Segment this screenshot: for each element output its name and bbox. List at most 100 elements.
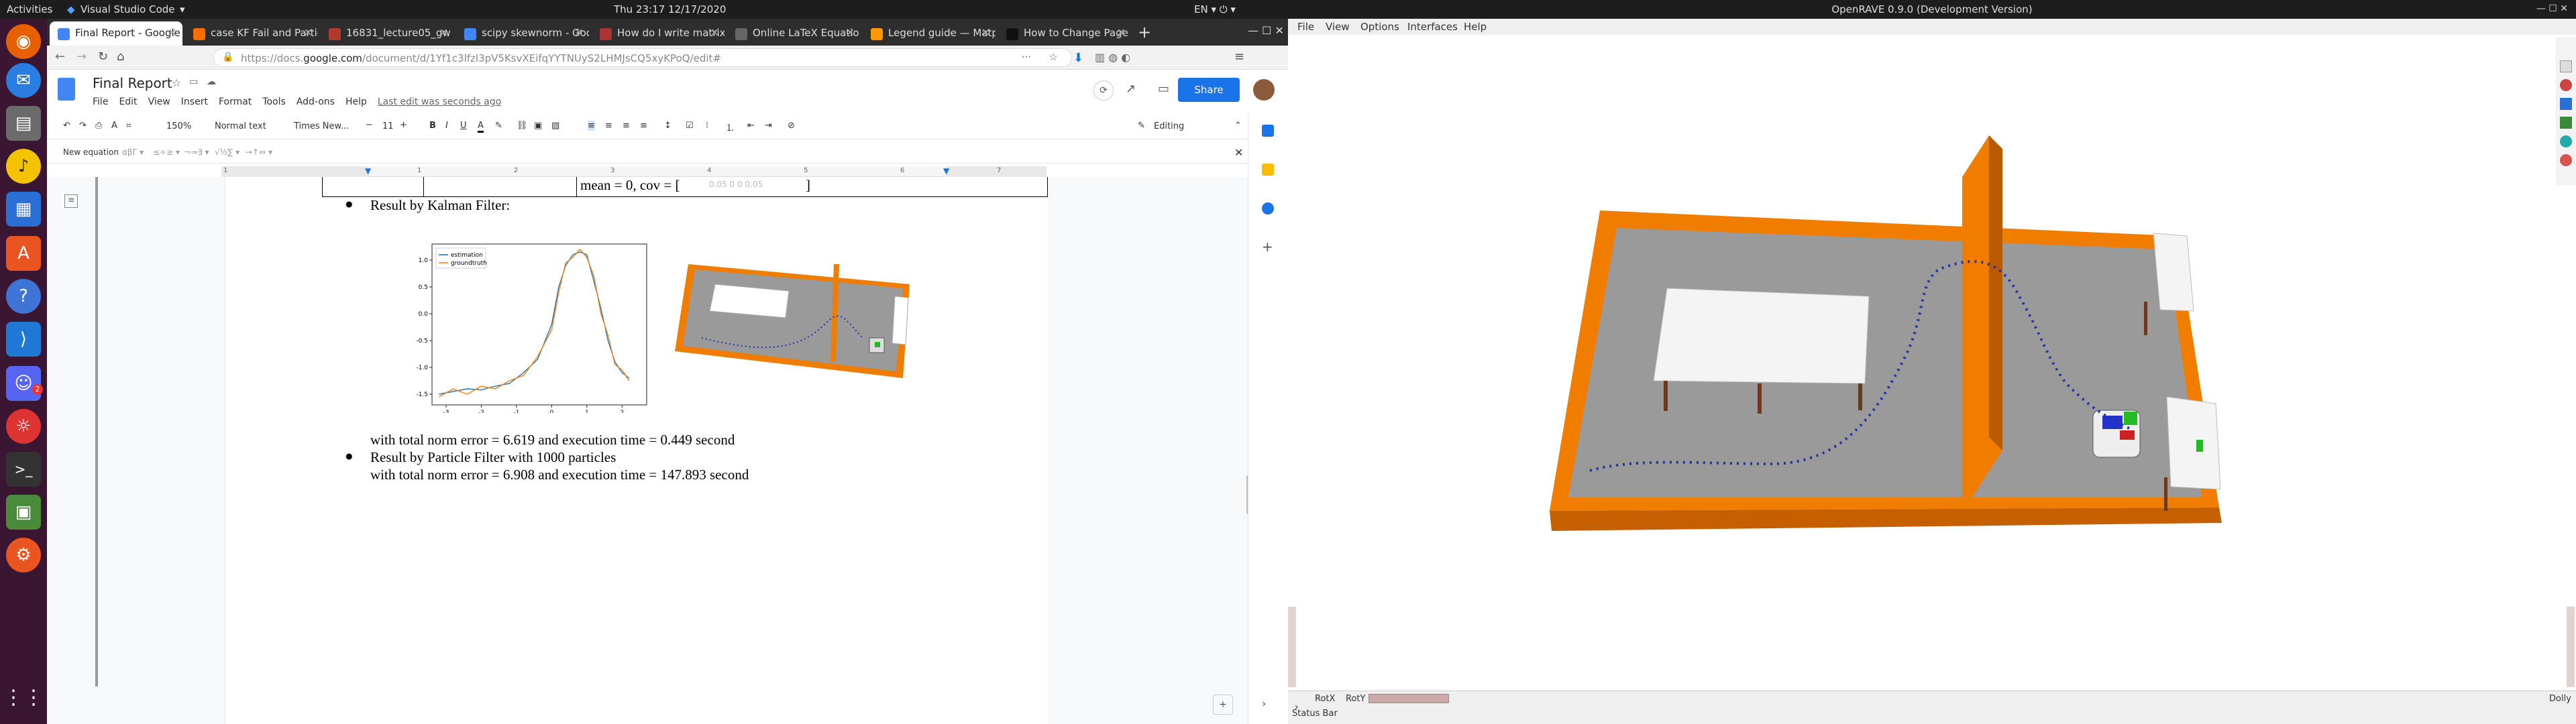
system-tray[interactable]: EN ▾ ⏻ ▾ — [1194, 3, 1236, 15]
activity-dashboard-icon[interactable]: ↗ — [1126, 82, 1136, 96]
files-icon[interactable]: ▤ — [6, 106, 41, 141]
tab-7[interactable]: Legend guide — Matp ✕ — [863, 21, 996, 46]
font-select[interactable]: Times New... — [294, 121, 349, 131]
tab-3[interactable]: 16831_lecture05_gw ✕ — [321, 21, 453, 46]
explore-button[interactable]: + — [1213, 695, 1233, 715]
tab-6[interactable]: Online LaTeX Equatio ✕ — [727, 21, 860, 46]
move-icon[interactable] — [2560, 135, 2572, 147]
keep-icon[interactable] — [1262, 164, 1274, 176]
explore-icon[interactable]: ⟳ — [1093, 80, 1114, 101]
close-tab-icon[interactable]: ✕ — [710, 26, 719, 39]
writer-icon[interactable]: ▦ — [6, 192, 41, 227]
bookmark-star-icon[interactable]: ☆ — [1049, 51, 1058, 63]
bold-icon[interactable]: B — [429, 121, 436, 131]
left-slider[interactable] — [1288, 607, 1296, 687]
close-tab-icon[interactable]: ✕ — [846, 26, 855, 39]
image-icon[interactable]: ▨ — [551, 121, 559, 131]
tab-2[interactable]: case KF Fail and Partic ✕ — [185, 21, 318, 46]
close-tab-icon[interactable]: ✕ — [575, 26, 584, 39]
discord-icon[interactable]: ☺ — [6, 366, 41, 401]
ruler[interactable]: 1 1 2 3 4 5 6 7 ▼ ▼ — [221, 166, 1046, 177]
rotation-slider[interactable] — [1368, 694, 1449, 703]
active-app-label[interactable]: Visual Studio Code — [80, 3, 175, 15]
menu-help[interactable]: Help — [345, 97, 367, 107]
terminal-icon[interactable]: >_ — [6, 452, 41, 487]
software-icon[interactable]: A — [6, 236, 41, 271]
thunderbird-icon[interactable]: ✉ — [6, 63, 41, 98]
new-tab-button[interactable]: + — [1138, 23, 1151, 42]
size-decrease-icon[interactable]: − — [366, 120, 373, 130]
tab-4[interactable]: scipy skewnorm - Goo ✕ — [456, 21, 589, 46]
docs-logo-icon[interactable] — [58, 78, 75, 101]
numbered-list-icon[interactable]: ⒈ — [726, 121, 735, 133]
star-icon[interactable]: ☆ — [172, 76, 181, 89]
calendar-icon[interactable] — [1262, 125, 1274, 137]
clock[interactable]: Thu 23:17 12/17/2020 — [614, 3, 726, 15]
menu-file[interactable]: File — [93, 97, 108, 107]
or-menu-view[interactable]: View — [1326, 21, 1350, 33]
size-increase-icon[interactable]: + — [400, 120, 407, 130]
openrave-window-controls[interactable]: — ☐ ✕ — [2536, 3, 2568, 14]
menu-format[interactable]: Format — [219, 97, 252, 107]
rhythmbox-icon[interactable]: ♪ — [6, 149, 41, 184]
italic-icon[interactable]: I — [445, 121, 448, 131]
comment-icon[interactable]: ▣ — [534, 121, 542, 131]
menu-addons[interactable]: Add-ons — [297, 97, 335, 107]
share-button[interactable]: Share — [1178, 78, 1240, 102]
address-bar[interactable]: 🔒 https://docs.google.com/document/d/1Yf… — [213, 48, 1072, 67]
align-left-icon[interactable]: ≡ — [588, 121, 595, 131]
hide-panel-icon[interactable]: › — [1262, 697, 1266, 710]
app-red-icon[interactable]: ☼ — [6, 409, 41, 444]
back-icon[interactable]: ← — [55, 50, 65, 64]
paint-format-icon[interactable]: ⌗ — [126, 121, 131, 131]
downloads-icon[interactable]: ⬇ — [1073, 51, 1083, 65]
tab-final-report[interactable]: Final Report - Google D ✕ — [50, 21, 182, 46]
help-icon[interactable]: ? — [6, 279, 41, 314]
underline-icon[interactable]: U — [460, 121, 467, 131]
avatar[interactable] — [1253, 79, 1275, 101]
checklist-icon[interactable]: ☑ — [686, 121, 694, 131]
highlight-icon[interactable]: ✎ — [495, 121, 502, 131]
outline-icon[interactable]: ≡ — [64, 194, 78, 208]
line-spacing-icon[interactable]: ↕ — [664, 121, 672, 131]
or-menu-interfaces[interactable]: Interfaces — [1407, 21, 1458, 33]
last-edit-link[interactable]: Last edit was seconds ago — [378, 97, 501, 107]
indent-marker-icon[interactable]: ▼ — [365, 166, 371, 176]
window-controls[interactable]: — ☐ ✕ — [1248, 24, 1284, 37]
stop-icon[interactable] — [2560, 154, 2572, 166]
menu-tools[interactable]: Tools — [262, 97, 286, 107]
eq-ops-menu[interactable]: ≤÷≥ ▾ — [153, 147, 180, 157]
redo-icon[interactable]: ↷ — [79, 121, 87, 131]
home-icon[interactable]: ⌂ — [117, 50, 124, 64]
indent-increase-icon[interactable]: ⇥ — [765, 121, 772, 131]
bullet-list-icon[interactable]: ⁝ — [706, 121, 708, 131]
zoom-select[interactable]: 150% — [166, 121, 191, 131]
link-icon[interactable]: ⛓ — [517, 121, 528, 131]
style-select[interactable]: Normal text — [215, 121, 266, 131]
eq-math-menu[interactable]: √½∑ ▾ — [215, 147, 239, 157]
eq-greek-menu[interactable]: αβΓ ▾ — [122, 147, 144, 157]
reload-icon[interactable]: ↻ — [98, 50, 108, 64]
text-color-icon[interactable]: A — [478, 121, 484, 133]
print-icon[interactable]: ⎙ — [95, 121, 102, 131]
forward-icon[interactable]: → — [76, 50, 87, 64]
add-addon-icon[interactable]: + — [1262, 239, 1273, 255]
menu-view[interactable]: View — [148, 97, 170, 107]
new-equation-button[interactable]: New equation — [63, 147, 119, 157]
indent-decrease-icon[interactable]: ⇤ — [747, 121, 755, 131]
or-menu-options[interactable]: Options — [1360, 21, 1399, 33]
or-menu-help[interactable]: Help — [1464, 21, 1487, 33]
tasks-icon[interactable] — [1262, 202, 1274, 215]
openrave-viewport[interactable] — [1288, 35, 2556, 690]
settings-icon[interactable]: ⚙ — [6, 538, 41, 572]
record-icon[interactable] — [2560, 117, 2572, 129]
select-icon[interactable] — [2560, 60, 2572, 72]
page-actions-icon[interactable]: ··· — [1022, 51, 1031, 63]
document-page[interactable]: mean = 0, cov = [ 0.05 0 0 0.05 ] ● Resu… — [225, 177, 1048, 724]
menu-icon[interactable]: ≡ — [1234, 50, 1244, 64]
or-menu-file[interactable]: File — [1297, 21, 1314, 33]
size-input[interactable]: 11 — [382, 121, 394, 131]
extensions-icon[interactable]: ▥ ◍ ◐ — [1095, 51, 1130, 64]
tab-5[interactable]: How do I write matrix ✕ — [592, 21, 724, 46]
move-folder-icon[interactable]: ▭ — [189, 76, 198, 87]
